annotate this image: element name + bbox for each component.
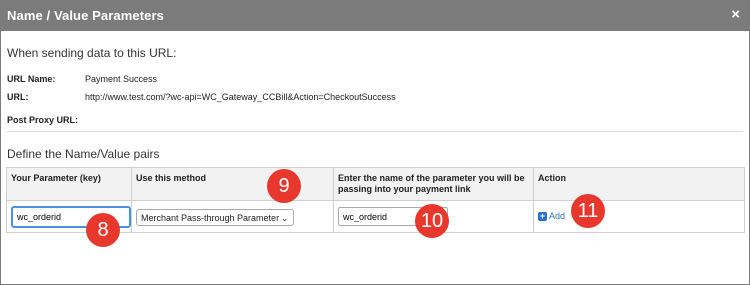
table-header-row: Your Parameter (key) Use this method Ent… xyxy=(6,167,745,201)
header-parameter-name: Enter the name of the parameter you will… xyxy=(333,167,534,201)
step-badge-9: 9 xyxy=(267,169,301,203)
define-pairs-heading: Define the Name/Value pairs xyxy=(7,147,160,161)
url-label: URL: xyxy=(7,92,29,102)
method-select-value: Merchant Pass-through Parameter xyxy=(141,212,280,223)
intro-text: When sending data to this URL: xyxy=(7,46,177,60)
plus-icon: + xyxy=(538,211,547,222)
header-parameter-key: Your Parameter (key) xyxy=(6,167,132,201)
chevron-down-icon: ⌄ xyxy=(281,213,288,223)
header-method: Use this method xyxy=(131,167,334,201)
method-select[interactable]: Merchant Pass-through Parameter ⌄ xyxy=(136,208,294,226)
step-badge-8: 8 xyxy=(86,213,120,247)
divider xyxy=(7,131,743,132)
url-value: http://www.test.com/?wc-api=WC_Gateway_C… xyxy=(85,92,396,102)
cell-method: Merchant Pass-through Parameter ⌄ xyxy=(131,200,334,233)
post-proxy-url-label: Post Proxy URL: xyxy=(7,115,79,125)
url-name-value: Payment Success xyxy=(85,74,158,84)
url-name-label: URL Name: xyxy=(7,74,56,84)
dialog-title: Name / Value Parameters xyxy=(7,8,164,23)
step-badge-10: 10 xyxy=(415,204,449,238)
dialog-titlebar: Name / Value Parameters × xyxy=(1,1,749,31)
add-label: Add xyxy=(549,211,566,222)
step-badge-11: 11 xyxy=(571,194,605,228)
cell-action: + Add xyxy=(533,200,745,233)
add-button[interactable]: + Add xyxy=(538,211,566,222)
close-icon[interactable]: × xyxy=(731,6,740,23)
header-action: Action xyxy=(533,167,745,201)
name-value-parameters-dialog: Name / Value Parameters × When sending d… xyxy=(0,0,750,285)
